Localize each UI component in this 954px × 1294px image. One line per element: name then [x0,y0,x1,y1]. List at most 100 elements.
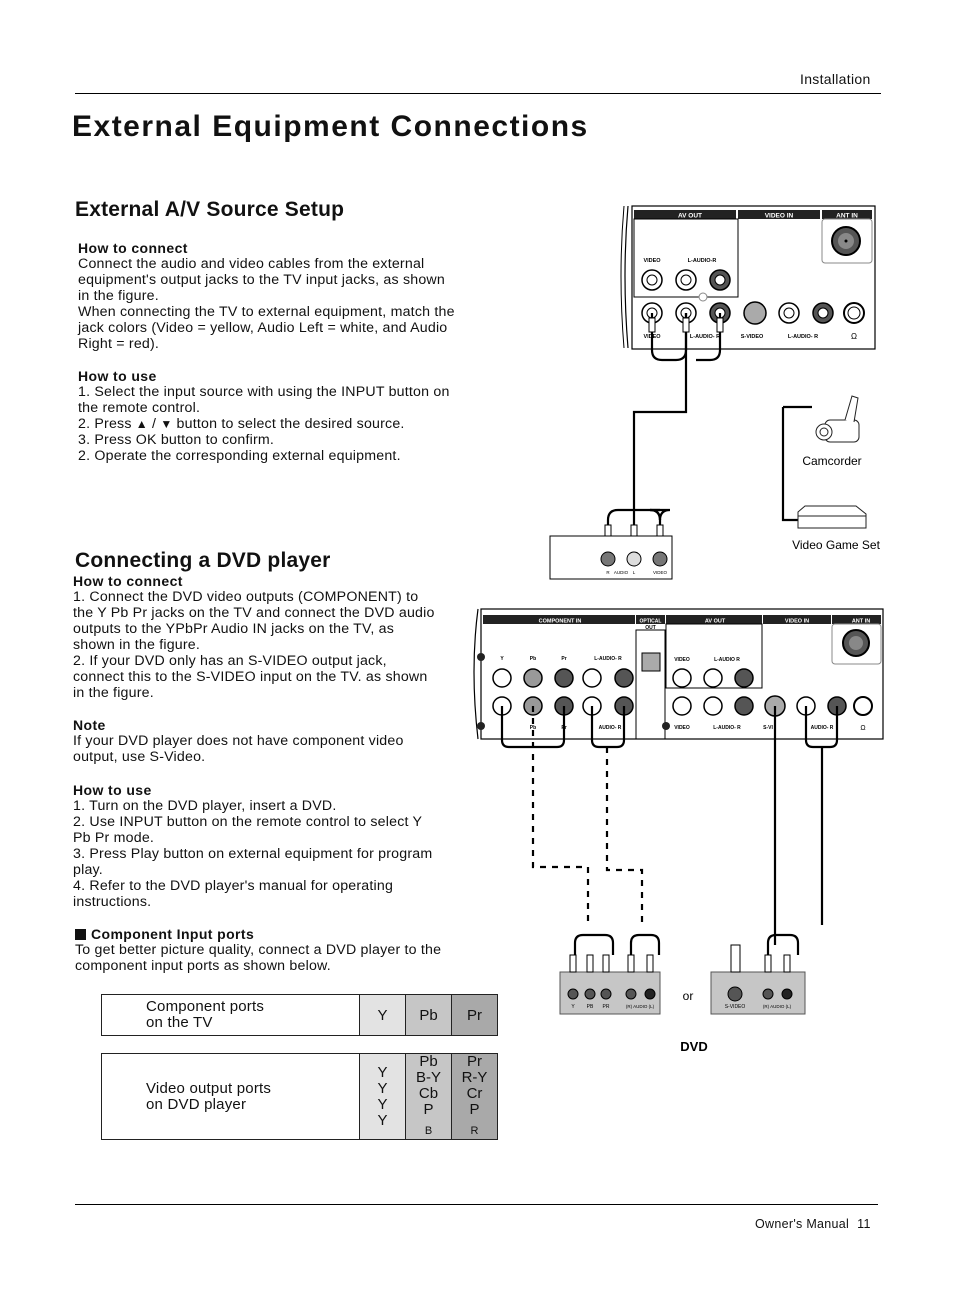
device-audio-label: AUDIO [614,570,629,575]
av-source-device-panel: R AUDIO L VIDEO [549,535,673,580]
s-video-label: S-VIDEO [741,334,764,340]
dvd-pr-label: PR [603,1004,610,1010]
down-arrow-icon: ▼ [160,417,173,431]
dvd-audio-label: (R) AUDIO (L) [626,1004,655,1009]
or-label: or [683,989,694,1003]
pb-subscript: B [424,1125,433,1137]
pb-main: P [423,1101,434,1118]
pb-variant: PB [406,1102,451,1139]
pb-variant: B-Y [415,1069,441,1086]
page-number: 11 [857,1217,871,1231]
camcorder-label: Camcorder [802,454,861,468]
badge-1b [662,722,670,730]
dvd-svideo-label: S-VIDEO [725,1004,746,1010]
headphone-icon: Ω [851,332,857,341]
table-row: Video output ports on DVD player Y Y Y Y… [101,1053,498,1140]
lower-svideo-audio-label: AUDIO- R [811,725,834,731]
bullet-square-icon [75,929,86,940]
dvd-port-pr-column: Pr R-Y Cr PR [451,1053,498,1140]
av-use-step-1: 1. Select the input source with using th… [78,384,450,416]
ant-in-label: ANT IN [836,213,858,220]
arrow-separator: / [147,416,161,432]
dvd-title: Connecting a DVD player [75,549,331,572]
optical-port-icon [641,652,661,672]
pr-main: P [469,1101,480,1118]
header-divider [75,93,881,94]
lower-audio-label: AUDIO- R [599,725,622,731]
dvd-device-label: DVD [680,1039,707,1054]
av-setup-title: External A/V Source Setup [75,198,345,221]
up-arrow-icon: ▲ [135,417,148,431]
dvd-svideo-panel: S-VIDEO (R) AUDIO (L) [710,971,806,1015]
y-variant: Y [377,1111,388,1129]
comp-audio-label: L-AUDIO- R [594,656,622,662]
pr-variant: R-Y [461,1069,488,1086]
table-row: Component ports on the TV Y Pb Pr [101,994,498,1036]
component-ports-text: To get better picture quality, connect a… [75,942,442,974]
s-video-jack-icon [743,301,767,325]
av-use-step-2-suffix: button to select the desired source. [176,416,405,432]
dvd-output-ports-table: Video output ports on DVD player Y Y Y Y… [101,1053,498,1140]
pr-variant: PR [452,1102,497,1139]
av-cable-plugs [604,317,724,540]
dvd-av-out-audio-label: L-AUDIO R [714,657,740,663]
game-console-icon [797,505,867,529]
component-ports-heading-text: Component Input ports [91,926,255,942]
av-connect-heading: How to connect [78,240,188,256]
dvd-port-pb-column: Pb B-Y Cb PB [405,1053,452,1140]
dvd-how-to-use: How to use 1. Turn on the DVD player, in… [73,782,483,910]
footer-divider [75,1204,878,1205]
badge-1 [477,722,485,730]
dvd-headphone-icon: Ω [860,725,865,732]
video-in-audio-label: L-AUDIO- R [690,334,720,340]
dvd-port-y-column: Y Y Y Y [359,1053,406,1140]
av-use-step-4: 2. Operate the corresponding external eq… [78,448,401,464]
dvd-use-heading: How to use [73,782,152,798]
lower-svideo-label: S-VI [763,725,773,731]
av-connection-diagram: AV OUT VIDEO IN ANT IN VIDEO L-AUDIO-R V… [549,205,881,580]
dvd-cables [500,706,839,945]
comp-pr-label: Pr [561,656,566,662]
pb-variant: Cb [418,1085,439,1102]
tv-port-pb: Pb [405,994,452,1036]
av-use-step-2: 2. Press ▲ / ▼ button to select the desi… [78,416,498,432]
dvd-note: Note If your DVD player does not have co… [73,717,473,765]
tv-port-y: Y [359,994,406,1036]
dvd-connection-diagram: COMPONENT IN OPTICAL OUT AV OUT VIDEO IN… [473,608,884,1054]
av-use-heading: How to use [78,368,157,384]
dvd-connect-heading: How to connect [73,573,183,589]
game-console-label: Video Game Set [792,538,880,552]
y-variant: Y [377,1063,388,1081]
device-video-label: VIDEO [653,570,668,575]
section-label: Installation [800,71,871,87]
av-connect-text: Connect the audio and video cables from … [78,256,455,352]
dvd-how-to-connect: How to connect 1. Connect the DVD video … [73,573,473,701]
dvd-av-out-video-label: VIDEO [674,657,690,663]
pr-variant: Cr [466,1085,483,1102]
tv-rear-panel-bottom: COMPONENT IN OPTICAL OUT AV OUT VIDEO IN… [473,608,884,740]
dvd-connect-text: 1. Connect the DVD video outputs (COMPON… [73,589,435,701]
component-ports-block: Component Input ports To get better pict… [75,926,485,974]
av-out-video-label: VIDEO [643,258,661,264]
footer: Owner's Manual 11 [755,1217,871,1231]
component-in-label: COMPONENT IN [539,619,582,625]
y-variant: Y [377,1095,388,1113]
component-ports-heading: Component Input ports [75,926,485,942]
dvd-svideo-audio-label: (R) AUDIO (L) [763,1004,792,1009]
dvd-use-text: 1. Turn on the DVD player, insert a DVD.… [73,798,433,910]
badge-2 [477,653,485,661]
av-how-to-connect: How to connect Connect the audio and vid… [78,240,498,352]
av-use-step-3: 3. Press OK button to confirm. [78,432,275,448]
video-in-label: VIDEO IN [765,213,794,220]
dvd-video-in-label: VIDEO IN [785,619,809,625]
footer-label: Owner's Manual [755,1217,850,1231]
lower-laudio-label: L-AUDIO- R [713,725,741,731]
lower-video-label: VIDEO [674,725,690,731]
dvd-plugs [569,944,791,973]
tv-component-ports-table: Component ports on the TV Y Pb Pr [101,994,498,1036]
dvd-component-panel: Y PB PR (R) AUDIO (L) [559,971,661,1015]
dvd-note-heading: Note [73,717,106,733]
y-variant: Y [377,1079,388,1097]
dvd-pb-label: PB [587,1004,594,1010]
s-video-audio-label: L-AUDIO- R [788,334,818,340]
